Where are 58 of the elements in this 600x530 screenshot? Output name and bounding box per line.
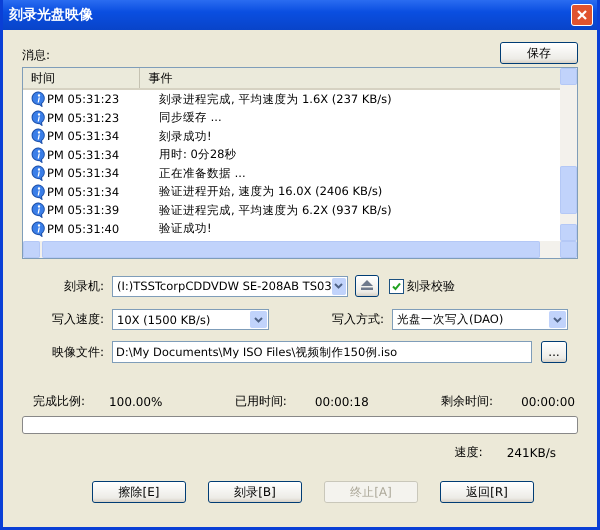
close-icon xyxy=(576,9,588,21)
event-cell-text: 刻录进程完成, 平均速度为 1.6X (237 KB/s) xyxy=(158,92,392,107)
column-header[interactable]: 时间 xyxy=(23,68,140,88)
info-icon xyxy=(31,146,46,163)
write-speed-label: 写入速度: xyxy=(50,311,105,328)
vertical-scrollbar[interactable] xyxy=(560,68,577,241)
info-icon xyxy=(31,202,46,218)
write-speed-dropdown[interactable]: 10X (1500 KB/s) xyxy=(112,309,269,330)
messages-label: 消息: xyxy=(22,47,50,64)
event-cell-text: 验证进程开始, 速度为 16.0X (2406 KB/s) xyxy=(158,184,382,200)
info-icon xyxy=(31,91,46,108)
close-button[interactable] xyxy=(571,4,593,26)
event-cell-text: 用时: 0分28秒 xyxy=(158,147,236,162)
info-icon xyxy=(31,110,46,126)
info-icon xyxy=(31,184,46,200)
time-cell: PM 05:31:34 xyxy=(47,166,120,180)
info-icon xyxy=(31,128,46,144)
time-cell: PM 05:31:23 xyxy=(47,110,120,125)
horizontal-scrollbar[interactable] xyxy=(23,241,577,258)
write-mode-label: 写入方式: xyxy=(330,311,385,328)
info-icon xyxy=(31,220,46,237)
verify-checkbox[interactable] xyxy=(389,278,404,294)
checkmark-icon xyxy=(392,282,401,290)
eject-button[interactable] xyxy=(355,275,379,297)
info-icon xyxy=(31,165,46,182)
time-cell: PM 05:31:34 xyxy=(47,148,120,162)
recorder-dropdown[interactable]: (I:)TSSTcorpCDDVDW SE-208AB TS03 xyxy=(112,276,348,296)
stat-value: 100.00% xyxy=(109,394,162,408)
action-button[interactable]: 擦除[E] xyxy=(92,481,186,503)
time-cell: PM 05:31:34 xyxy=(47,184,120,199)
time-cell: PM 05:31:23 xyxy=(47,92,120,106)
time-cell: PM 05:31:34 xyxy=(47,129,120,144)
speed-label: 速度: xyxy=(454,444,483,461)
eject-icon xyxy=(360,278,374,290)
stat-value: 00:00:00 xyxy=(521,394,575,408)
image-file-label: 映像文件: xyxy=(50,344,105,360)
recorder-label: 刻录机: xyxy=(62,278,105,294)
action-button[interactable]: 返回[R] xyxy=(440,481,534,503)
event-cell-text: 刻录成功! xyxy=(158,128,212,144)
time-cell: PM 05:31:40 xyxy=(47,222,120,236)
image-file-field[interactable]: D:\My Documents\My ISO Files\视频制作150例.iso xyxy=(112,341,532,363)
stat-label: 剩余时间: xyxy=(441,393,494,410)
event-cell-text: 同步缓存 ... xyxy=(158,110,222,126)
browse-button[interactable]: ... xyxy=(541,341,567,363)
action-button[interactable]: 刻录[B] xyxy=(208,481,302,503)
event-cell-text: 验证进程完成, 平均速度为 6.2X (937 KB/s) xyxy=(158,202,392,218)
speed-value: 241KB/s xyxy=(506,446,556,460)
window-title: 刻录光盘映像 xyxy=(9,6,93,24)
verify-label: 刻录校验 xyxy=(407,278,455,294)
time-cell: PM 05:31:39 xyxy=(47,203,120,218)
save-button[interactable]: 保存 xyxy=(500,42,578,64)
stat-value: 00:00:18 xyxy=(314,394,369,408)
event-cell-text: 验证成功! xyxy=(158,221,212,236)
event-cell-text: 正在准备数据 ... xyxy=(158,166,246,181)
column-header[interactable]: 事件 xyxy=(140,68,560,88)
stat-label: 完成比例: xyxy=(33,393,86,410)
stat-label: 已用时间: xyxy=(234,393,287,410)
write-mode-dropdown[interactable]: 光盘一次写入(DAO) xyxy=(392,309,568,330)
